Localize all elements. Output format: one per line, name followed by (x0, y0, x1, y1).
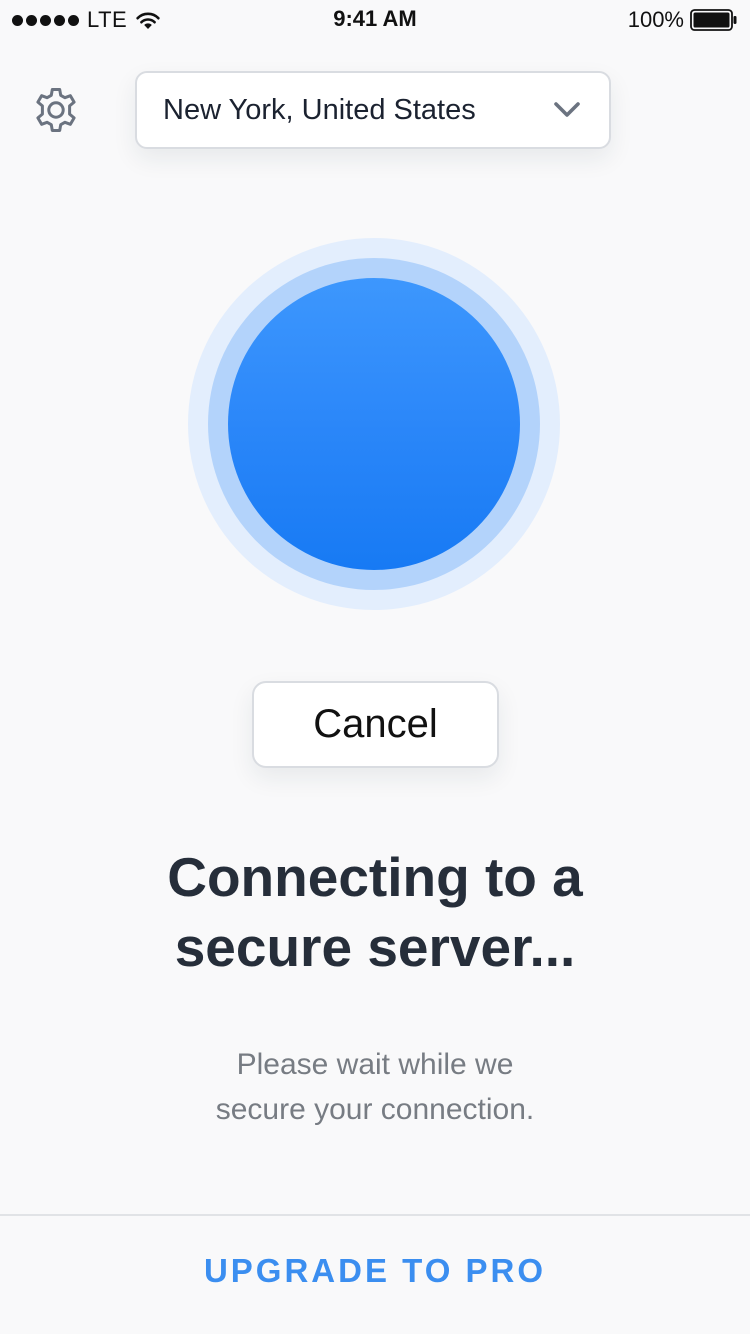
subtext-line-2: secure your connection. (215, 1093, 535, 1126)
battery-icon (690, 9, 737, 31)
subtext-line-1: Please wait while we (236, 1048, 514, 1081)
headline-line-1: Connecting to a (167, 846, 583, 908)
connection-headline: Connecting to a secure server... (40, 842, 710, 982)
battery-percentage: 100% (627, 7, 684, 32)
location-dropdown[interactable]: New York, United States (135, 71, 611, 149)
settings-button[interactable] (30, 84, 82, 136)
orb-core (228, 278, 520, 570)
footer-divider (0, 1214, 750, 1216)
selected-location: New York, United States (163, 93, 476, 126)
cancel-button[interactable]: Cancel (252, 681, 499, 768)
connection-subtext: Please wait while we secure your connect… (60, 1042, 690, 1132)
connection-orb[interactable] (188, 238, 560, 610)
gear-icon (36, 88, 76, 132)
upgrade-to-pro-link[interactable]: UPGRADE TO PRO (0, 1252, 750, 1290)
status-right: 100% (628, 7, 738, 33)
headline-line-2: secure server... (174, 916, 576, 978)
status-bar: LTE 9:41 AM 100% (0, 0, 750, 40)
chevron-down-icon (554, 102, 580, 117)
